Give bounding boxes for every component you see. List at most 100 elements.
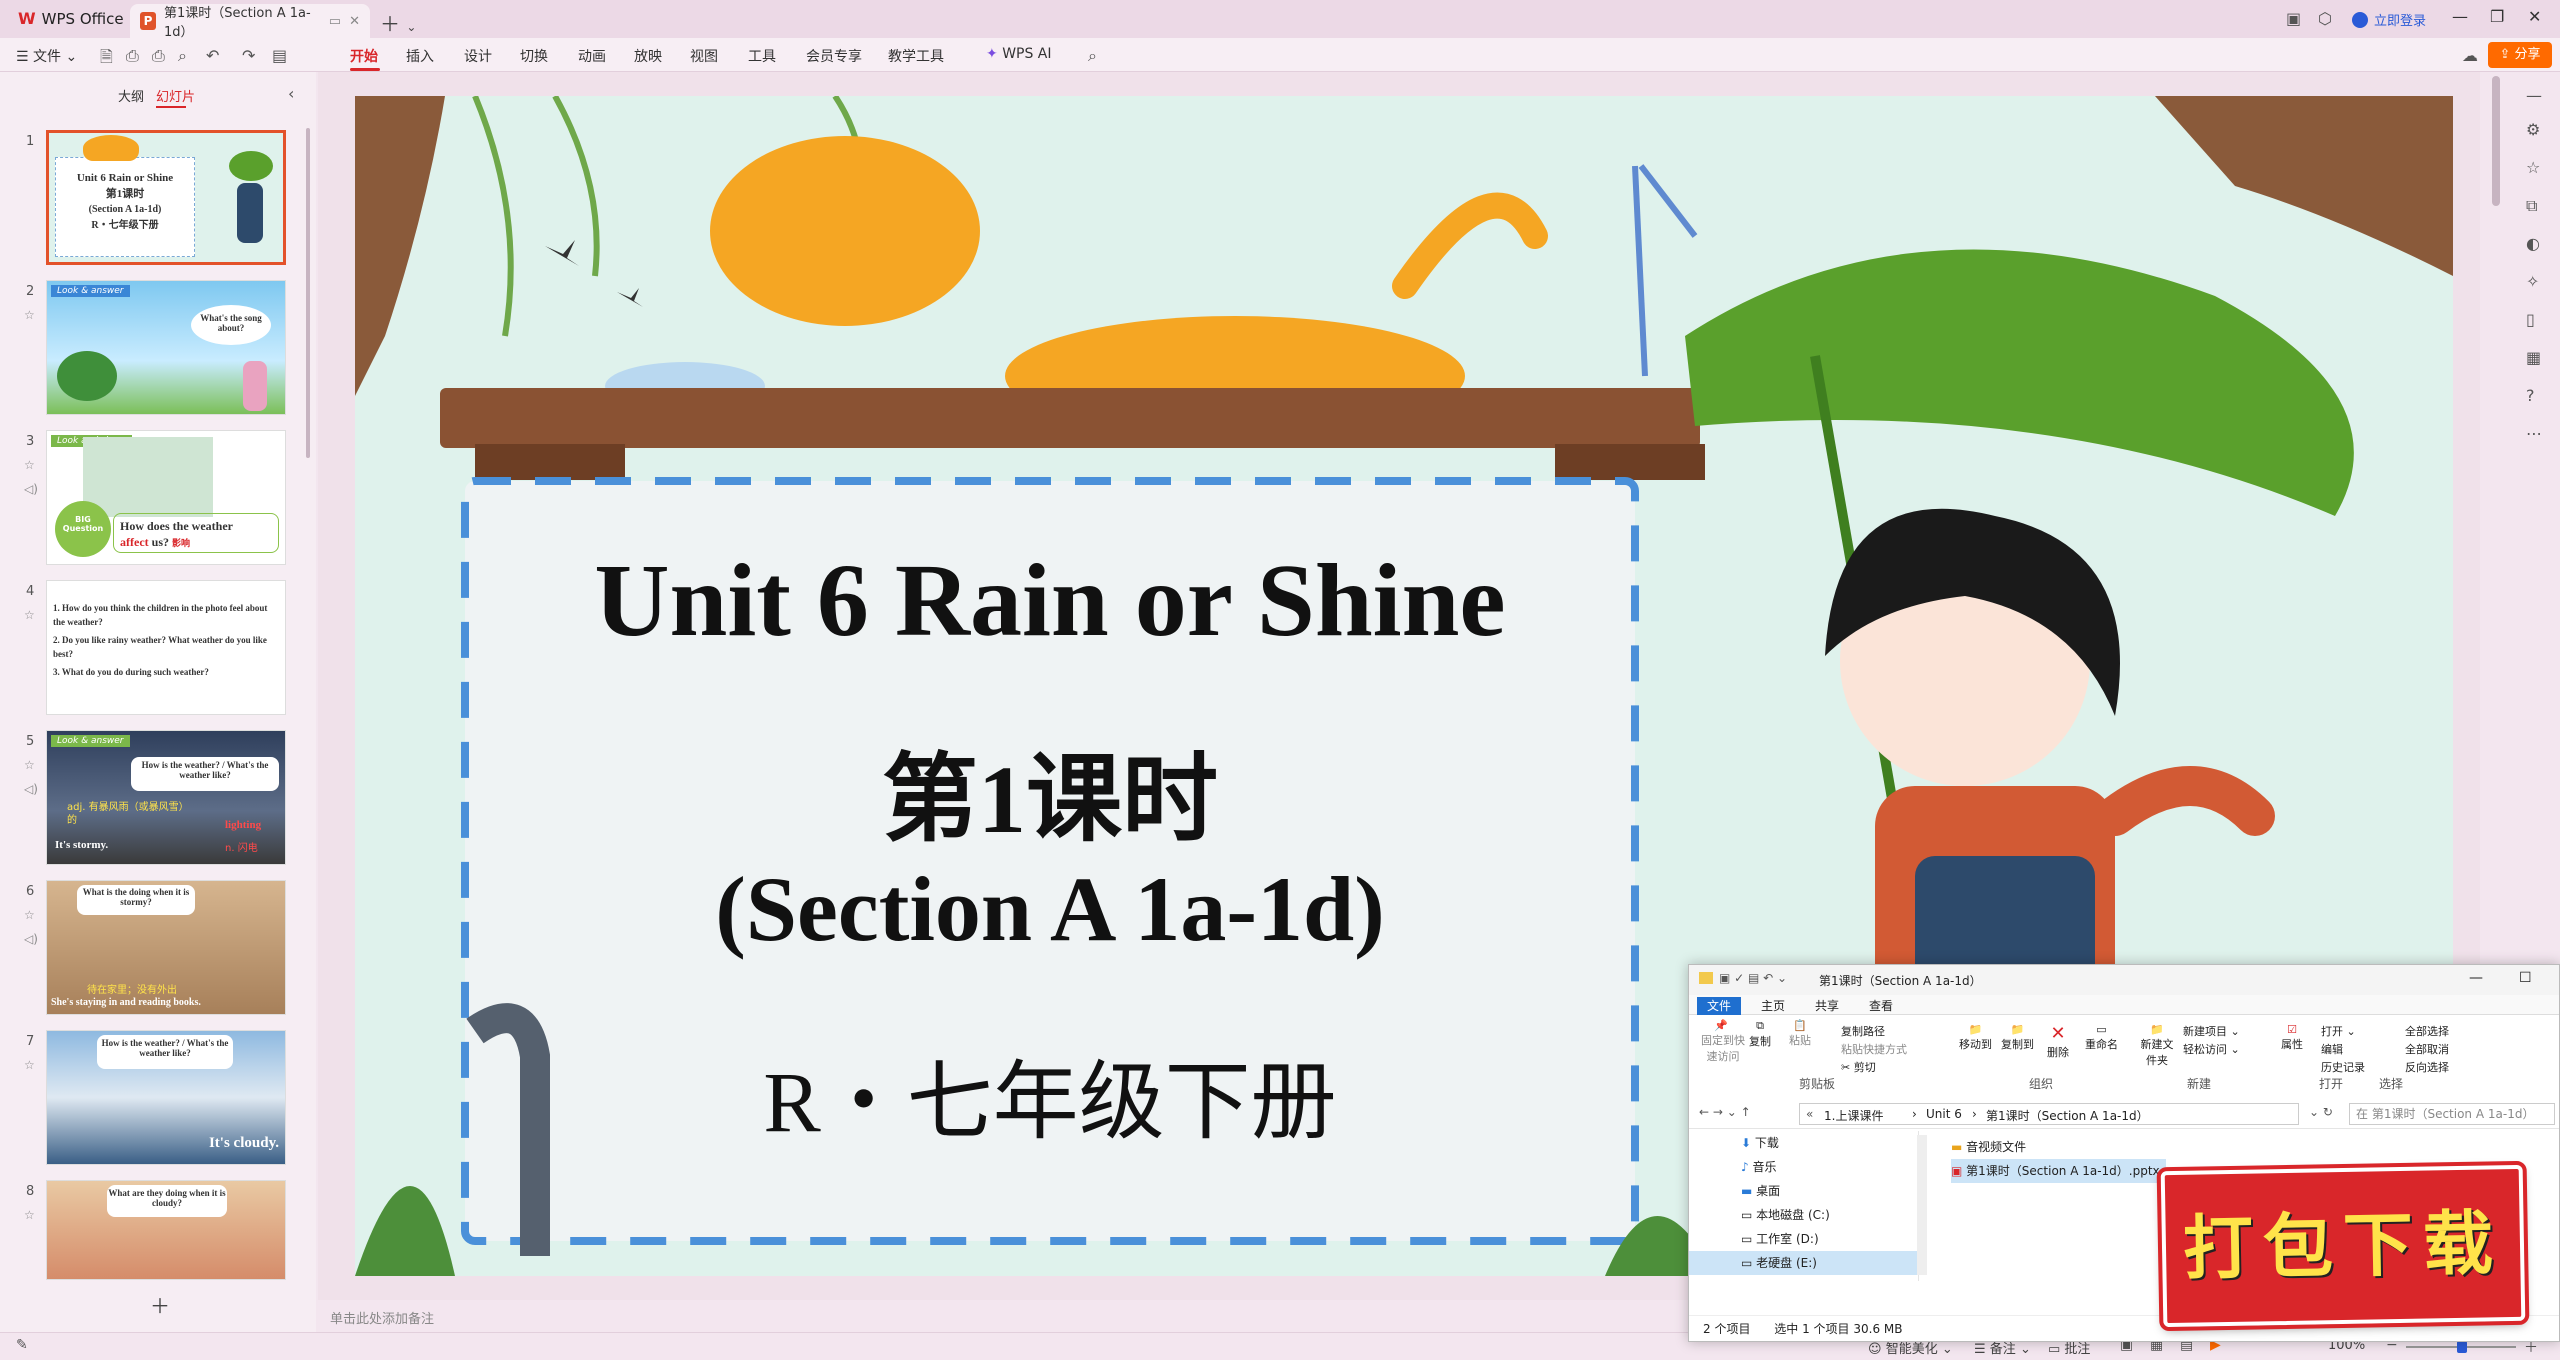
explorer-minimize-button[interactable]: — (2469, 970, 2483, 986)
help-icon[interactable]: ? (2526, 386, 2535, 405)
panel-scrollbar[interactable] (306, 128, 310, 458)
star-icon[interactable]: ☆ (24, 1208, 35, 1222)
cut-button[interactable]: ✂ 剪切 (1841, 1059, 1876, 1075)
tree-item-downloads[interactable]: ⬇ 下载 (1689, 1131, 1918, 1155)
format-painter-icon[interactable]: ▤ (272, 46, 287, 65)
explorer-maximize-button[interactable]: ☐ (2519, 970, 2532, 986)
tab-member[interactable]: 会员专享 (806, 46, 862, 66)
explorer-tab-view[interactable]: 查看 (1869, 997, 1893, 1014)
tab-tools[interactable]: 工具 (748, 46, 776, 66)
add-slide-button[interactable]: ＋ (150, 1290, 170, 1319)
audio-icon[interactable]: ◁) (24, 782, 38, 796)
path-segment[interactable]: Unit 6 (1926, 1107, 1962, 1121)
star-icon[interactable]: ☆ (24, 608, 35, 622)
star-icon[interactable]: ☆ (2526, 158, 2540, 177)
path-segment[interactable]: 第1课时（Section A 1a-1d） (1986, 1107, 2149, 1124)
audio-icon[interactable]: ◁) (24, 932, 38, 946)
slide-thumbnail-8[interactable]: What are they doing when it is cloudy? (46, 1180, 286, 1280)
address-bar[interactable]: « 1.上课课件 › Unit 6 › 第1课时（Section A 1a-1d… (1799, 1103, 2299, 1125)
star-icon[interactable]: ☆ (24, 758, 35, 772)
tab-design[interactable]: 设计 (464, 46, 492, 66)
layout-icon[interactable]: ▦ (2526, 348, 2541, 367)
minimize-button[interactable]: — (2452, 7, 2468, 26)
notes-placeholder[interactable]: 单击此处添加备注 (330, 1308, 434, 1327)
rename-button[interactable]: ▭ 重命名 (2085, 1023, 2118, 1052)
select-all-button[interactable]: 全部选择 (2405, 1023, 2449, 1039)
delete-button[interactable]: ✕ 删除 (2047, 1023, 2069, 1060)
tree-item-music[interactable]: ♪ 音乐 (1689, 1155, 1918, 1179)
zoom-slider-handle[interactable] (2457, 1341, 2467, 1353)
print-icon[interactable]: ⎙ (152, 46, 165, 66)
properties-button[interactable]: ☑ 属性 (2281, 1023, 2303, 1052)
star-icon[interactable]: ☆ (24, 308, 35, 322)
tab-animation[interactable]: 动画 (578, 46, 606, 66)
download-package-stamp[interactable]: 打包下载 (2156, 1160, 2530, 1332)
tree-item-desktop[interactable]: ▬ 桌面 (1689, 1179, 1918, 1203)
star-icon[interactable]: ☆ (24, 1058, 35, 1072)
explorer-tab-home[interactable]: 主页 (1761, 997, 1785, 1014)
tab-wps-ai[interactable]: ✦ WPS AI (986, 46, 1052, 62)
cube-icon[interactable]: ⬡ (2318, 9, 2332, 28)
redo-icon[interactable]: ↷ (242, 46, 255, 65)
tab-home[interactable]: 开始 (350, 46, 378, 66)
search-icon[interactable]: ⌕ (1088, 46, 1097, 66)
path-segment[interactable]: 1.上课课件 (1824, 1107, 1883, 1124)
slide-thumbnail-7[interactable]: How is the weather? / What's the weather… (46, 1030, 286, 1165)
open-button[interactable]: 打开 ⌄ (2321, 1023, 2356, 1039)
tab-view[interactable]: 视图 (690, 46, 718, 66)
star-icon[interactable]: ☆ (24, 458, 35, 472)
copy-button[interactable]: ⧉ 复制 (1749, 1019, 1771, 1049)
explorer-search-input[interactable]: 在 第1课时（Section A 1a-1d） (2349, 1103, 2555, 1125)
explorer-tab-file[interactable]: 文件 (1697, 997, 1741, 1015)
slide-grade[interactable]: R・七年级下册 (465, 1031, 1635, 1156)
wps-home-tab[interactable]: W WPS Office (18, 9, 124, 28)
pin-quick-access[interactable]: 📌 固定到快速访问 (1701, 1019, 1745, 1064)
share-button[interactable]: ⇪ 分享 (2488, 42, 2552, 68)
edit-button[interactable]: 编辑 (2321, 1041, 2343, 1057)
file-menu[interactable]: ☰ 文件 ⌄ (16, 46, 77, 66)
restore-button[interactable]: ❐ (2490, 7, 2504, 26)
slide-thumbnail-5[interactable]: Look & answer How is the weather? / What… (46, 730, 286, 865)
tab-insert[interactable]: 插入 (406, 46, 434, 66)
close-tab-icon[interactable]: ✕ (349, 14, 360, 29)
copy-icon[interactable]: ⧉ (2526, 196, 2537, 216)
tree-item-drive-d[interactable]: ▭ 工作室 (D:) (1689, 1227, 1918, 1251)
nav-buttons[interactable]: ← → ⌄ ↑ (1699, 1105, 1751, 1119)
file-item-pptx[interactable]: ▣ 第1课时（Section A 1a-1d）.pptx (1951, 1159, 2166, 1183)
status-edit-icon[interactable]: ✎ (16, 1337, 28, 1353)
quick-access-icons[interactable]: ▣ ✓ ▤ ↶ ⌄ (1719, 971, 1787, 985)
settings-icon[interactable]: ⚙ (2526, 120, 2540, 139)
tab-teaching-tools[interactable]: 教学工具 (888, 46, 944, 66)
copy-path-button[interactable]: 复制路径 (1841, 1023, 1885, 1039)
save-icon[interactable]: 🗎 (100, 46, 113, 73)
audio-icon[interactable]: ◁) (24, 482, 38, 496)
book-icon[interactable]: ▯ (2526, 310, 2535, 329)
paste-button[interactable]: 📋 粘贴 (1789, 1019, 1811, 1048)
tree-item-drive-e[interactable]: ▭ 老硬盘 (E:) (1689, 1251, 1918, 1275)
minus-icon[interactable]: — (2526, 86, 2542, 105)
new-tab-button[interactable]: ＋ ⌄ (380, 8, 416, 37)
file-item-folder[interactable]: ▬ 音视频文件 (1951, 1135, 2166, 1159)
monitor-icon[interactable]: ▭ (329, 14, 341, 29)
tab-slides[interactable]: 幻灯片 (156, 86, 195, 105)
tab-slideshow[interactable]: 放映 (634, 46, 662, 66)
history-button[interactable]: 历史记录 (2321, 1059, 2365, 1075)
slide-title[interactable]: Unit 6 Rain or Shine (465, 541, 1635, 660)
cloud-sync-icon[interactable]: ☁ (2462, 46, 2478, 65)
collapse-panel-icon[interactable]: ‹ (288, 84, 294, 103)
magic-icon[interactable]: ✧ (2526, 272, 2539, 291)
canvas-scrollbar[interactable] (2492, 76, 2500, 206)
palette-icon[interactable]: ◐ (2526, 234, 2540, 253)
explorer-tab-share[interactable]: 共享 (1815, 997, 1839, 1014)
slide-thumbnail-6[interactable]: What is the doing when it is stormy? 待在家… (46, 880, 286, 1015)
new-folder-button[interactable]: 📁 新建文件夹 (2137, 1023, 2177, 1068)
window-layout-icon[interactable]: ▣ (2286, 9, 2301, 28)
copy-to-button[interactable]: 📁 复制到 (2001, 1023, 2034, 1052)
close-window-button[interactable]: ✕ (2528, 7, 2541, 26)
easy-access-button[interactable]: 轻松访问 ⌄ (2183, 1041, 2240, 1057)
undo-icon[interactable]: ↶ (206, 46, 219, 65)
paste-shortcut-button[interactable]: 粘贴快捷方式 (1841, 1041, 1907, 1057)
slide-thumbnail-2[interactable]: Look & answer What's the song about? (46, 280, 286, 415)
preview-icon[interactable]: ⌕ (178, 46, 187, 66)
tab-transition[interactable]: 切换 (520, 46, 548, 66)
